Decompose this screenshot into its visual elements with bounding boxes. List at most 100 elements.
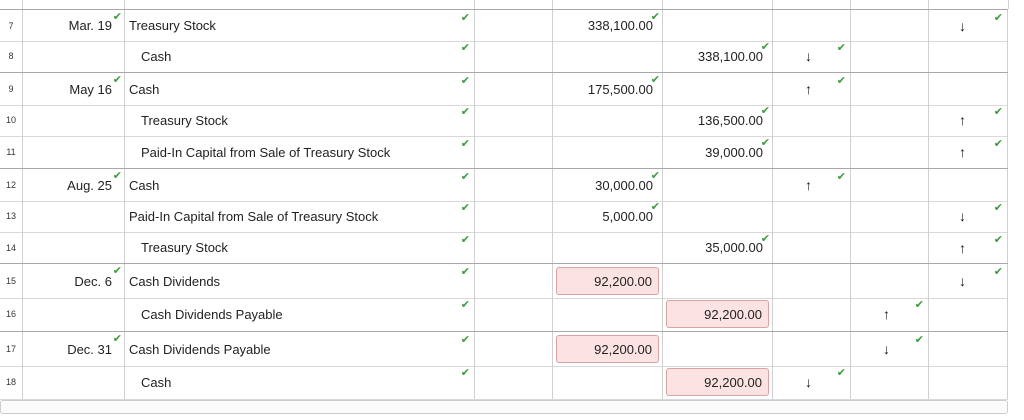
date-cell[interactable]: Aug. 25 ✔ (22, 169, 124, 201)
effect-cell[interactable] (772, 264, 850, 298)
effect-cell[interactable] (850, 136, 928, 168)
date-cell[interactable] (22, 297, 124, 331)
debit-cell[interactable]: 92,200.00 (552, 332, 662, 366)
effect-cell[interactable]: ↑ ✔ (928, 136, 1008, 168)
date-cell[interactable] (22, 365, 124, 399)
effect-cell[interactable]: ↓ ✔ (928, 264, 1008, 298)
effect-cell[interactable]: ↓ ✔ (928, 200, 1008, 232)
date-cell[interactable] (22, 232, 124, 263)
credit-cell[interactable] (662, 264, 772, 298)
effect-cell[interactable] (928, 297, 1008, 331)
debit-amount: 92,200.00 (556, 335, 659, 363)
debit-cell[interactable] (552, 365, 662, 399)
effect-cell[interactable] (772, 297, 850, 331)
date-cell[interactable]: Dec. 31 ✔ (22, 332, 124, 366)
credit-cell[interactable]: 136,500.00 ✔ (662, 104, 772, 136)
debit-cell[interactable]: 338,100.00 ✔ (552, 10, 662, 41)
account-cell[interactable]: Cash ✔ (124, 40, 474, 72)
effect-cell[interactable] (772, 136, 850, 168)
date-cell[interactable] (22, 104, 124, 136)
effect-cell[interactable] (772, 10, 850, 41)
account-cell[interactable]: Cash ✔ (124, 169, 474, 201)
effect-cell[interactable]: ↑ ✔ (772, 169, 850, 201)
effect-cell[interactable]: ↑ ✔ (772, 73, 850, 105)
effect-cell[interactable] (928, 73, 1008, 105)
correct-check-icon: ✔ (112, 170, 122, 182)
effect-cell[interactable]: ↑ ✔ (928, 104, 1008, 136)
effect-cell[interactable] (850, 73, 928, 105)
credit-cell[interactable] (662, 169, 772, 201)
correct-check-icon: ✔ (460, 266, 470, 278)
account-cell[interactable]: Cash Dividends ✔ (124, 264, 474, 298)
date-value: Dec. 6 (74, 273, 112, 289)
effect-cell[interactable]: ↓ ✔ (772, 40, 850, 72)
effect-cell[interactable]: ↓ ✔ (850, 332, 928, 366)
effect-cell[interactable]: ↑ ✔ (850, 297, 928, 331)
debit-cell[interactable]: 30,000.00 ✔ (552, 169, 662, 201)
correct-check-icon: ✔ (460, 234, 470, 246)
credit-cell[interactable] (662, 10, 772, 41)
effect-cell[interactable] (772, 332, 850, 366)
effect-cell[interactable] (928, 40, 1008, 72)
debit-cell[interactable] (552, 136, 662, 168)
correct-check-icon: ✔ (993, 266, 1003, 278)
debit-cell[interactable] (552, 40, 662, 72)
date-cell[interactable] (22, 200, 124, 232)
effect-cell[interactable] (850, 10, 928, 41)
correct-check-icon: ✔ (112, 265, 122, 277)
date-cell[interactable]: May 16 ✔ (22, 73, 124, 105)
debit-cell[interactable]: 92,200.00 (552, 264, 662, 298)
arrow-down-icon: ↓ (959, 208, 966, 224)
date-cell[interactable]: Mar. 19 ✔ (22, 10, 124, 41)
debit-cell[interactable]: 175,500.00 ✔ (552, 73, 662, 105)
account-cell[interactable]: Cash Dividends Payable ✔ (124, 297, 474, 331)
account-cell[interactable]: Treasury Stock ✔ (124, 232, 474, 263)
account-cell[interactable]: Paid-In Capital from Sale of Treasury St… (124, 136, 474, 168)
debit-cell[interactable]: 5,000.00 ✔ (552, 200, 662, 232)
effect-cell[interactable] (850, 104, 928, 136)
effect-cell[interactable] (850, 232, 928, 263)
credit-cell[interactable]: 338,100.00 ✔ (662, 40, 772, 72)
debit-cell[interactable] (552, 104, 662, 136)
effect-cell[interactable]: ↓ ✔ (772, 365, 850, 399)
date-cell[interactable] (22, 136, 124, 168)
effect-cell[interactable] (850, 365, 928, 399)
arrow-up-icon: ↑ (805, 81, 812, 97)
account-cell[interactable]: Cash ✔ (124, 365, 474, 399)
correct-check-icon: ✔ (460, 299, 470, 311)
account-cell[interactable]: Paid-In Capital from Sale of Treasury St… (124, 200, 474, 232)
account-cell[interactable]: Cash Dividends Payable ✔ (124, 332, 474, 366)
effect-cell[interactable]: ↑ ✔ (928, 232, 1008, 263)
credit-cell[interactable]: 92,200.00 (662, 297, 772, 331)
date-cell[interactable] (22, 40, 124, 72)
effect-cell[interactable] (772, 200, 850, 232)
correct-check-icon: ✔ (112, 333, 122, 345)
effect-cell[interactable] (928, 365, 1008, 399)
credit-cell[interactable] (662, 73, 772, 105)
credit-amount: 92,200.00 (666, 300, 769, 328)
effect-cell[interactable] (928, 332, 1008, 366)
correct-check-icon: ✔ (650, 11, 660, 23)
row-number: 17 (5, 344, 16, 354)
credit-cell[interactable]: 35,000.00 ✔ (662, 232, 772, 263)
debit-cell[interactable] (552, 232, 662, 263)
effect-cell[interactable] (772, 104, 850, 136)
correct-check-icon: ✔ (993, 234, 1003, 246)
effect-cell[interactable] (850, 40, 928, 72)
effect-cell[interactable] (772, 232, 850, 263)
date-cell[interactable]: Dec. 6 ✔ (22, 264, 124, 298)
effect-cell[interactable] (850, 169, 928, 201)
effect-cell[interactable] (850, 200, 928, 232)
effect-cell[interactable] (928, 169, 1008, 201)
account-cell[interactable]: Treasury Stock ✔ (124, 104, 474, 136)
debit-cell[interactable] (552, 297, 662, 331)
credit-cell[interactable] (662, 332, 772, 366)
horizontal-scrollbar[interactable] (0, 400, 1008, 414)
effect-cell[interactable]: ↓ ✔ (928, 10, 1008, 41)
credit-cell[interactable]: 92,200.00 (662, 365, 772, 399)
account-cell[interactable]: Cash ✔ (124, 73, 474, 105)
effect-cell[interactable] (850, 264, 928, 298)
account-cell[interactable]: Treasury Stock ✔ (124, 10, 474, 41)
credit-cell[interactable] (662, 200, 772, 232)
credit-cell[interactable]: 39,000.00 ✔ (662, 136, 772, 168)
